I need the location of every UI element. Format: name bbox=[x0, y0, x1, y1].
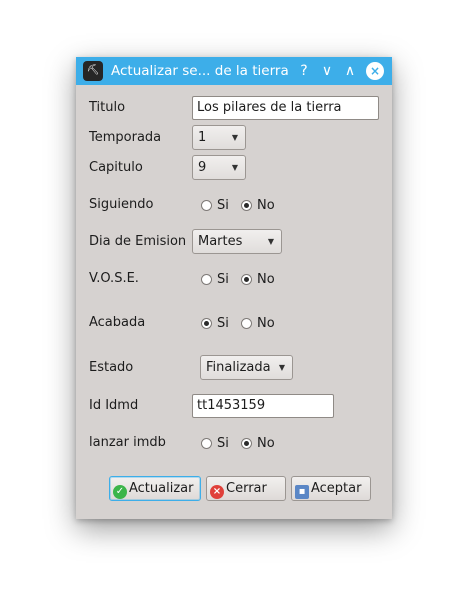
chevron-down-icon: ▼ bbox=[231, 133, 238, 142]
window-title: Actualizar se... de la tierra bbox=[111, 63, 289, 79]
siguiendo-si-label: Si bbox=[217, 198, 229, 213]
radio-unchecked-icon bbox=[201, 438, 212, 449]
x-circle-icon: × bbox=[210, 485, 224, 499]
lanzar-imdb-no-label: No bbox=[257, 436, 275, 451]
siguiendo-no-radio[interactable]: No bbox=[241, 198, 275, 214]
acabada-no-label: No bbox=[257, 316, 275, 331]
estado-value: Finalizada bbox=[206, 360, 271, 375]
capitulo-label: Capitulo bbox=[89, 160, 143, 175]
id-imdb-input[interactable]: tt1453159 bbox=[192, 394, 334, 418]
lanzar-imdb-no-radio[interactable]: No bbox=[241, 436, 275, 452]
radio-checked-icon bbox=[241, 438, 252, 449]
check-circle-icon: ✓ bbox=[113, 485, 127, 499]
vose-no-radio[interactable]: No bbox=[241, 272, 275, 288]
radio-unchecked-icon bbox=[241, 318, 252, 329]
temporada-select[interactable]: 1 ▼ bbox=[192, 125, 246, 150]
vose-label: V.O.S.E. bbox=[89, 271, 139, 286]
vose-no-label: No bbox=[257, 272, 275, 287]
cerrar-label: Cerrar bbox=[226, 481, 267, 496]
titulo-label: Titulo bbox=[89, 100, 126, 115]
close-button[interactable]: × bbox=[366, 62, 384, 80]
radio-checked-icon bbox=[201, 318, 212, 329]
id-imdb-label: Id Idmd bbox=[89, 398, 139, 413]
chevron-down-icon: ▼ bbox=[278, 363, 285, 372]
acabada-si-label: Si bbox=[217, 316, 229, 331]
dialog-window: ⛏ Actualizar se... de la tierra ? ∨ ∧ × … bbox=[76, 57, 392, 519]
acabada-si-radio[interactable]: Si bbox=[201, 316, 229, 332]
radio-checked-icon bbox=[241, 274, 252, 285]
estado-select[interactable]: Finalizada ▼ bbox=[200, 355, 293, 380]
actualizar-label: Actualizar bbox=[129, 481, 194, 496]
radio-unchecked-icon bbox=[201, 274, 212, 285]
lanzar-imdb-si-radio[interactable]: Si bbox=[201, 436, 229, 452]
dia-emision-select[interactable]: Martes ▼ bbox=[192, 229, 282, 254]
dia-emision-label: Dia de Emision bbox=[89, 234, 187, 249]
temporada-label: Temporada bbox=[89, 130, 162, 145]
title-bar[interactable]: ⛏ Actualizar se... de la tierra ? ∨ ∧ × bbox=[76, 57, 392, 85]
siguiendo-no-label: No bbox=[257, 198, 275, 213]
acabada-no-radio[interactable]: No bbox=[241, 316, 275, 332]
aceptar-button[interactable]: ▪ Aceptar bbox=[291, 476, 371, 501]
chevron-down-icon: ▼ bbox=[231, 163, 238, 172]
actualizar-button[interactable]: ✓ Actualizar bbox=[109, 476, 201, 501]
titulo-input[interactable]: Los pilares de la tierra bbox=[192, 96, 379, 120]
minimize-button[interactable]: ∨ bbox=[317, 61, 337, 81]
maximize-button[interactable]: ∧ bbox=[340, 61, 360, 81]
vose-si-label: Si bbox=[217, 272, 229, 287]
help-button[interactable]: ? bbox=[294, 61, 314, 81]
lanzar-imdb-label: lanzar imdb bbox=[89, 435, 166, 450]
estado-label: Estado bbox=[89, 360, 134, 375]
radio-unchecked-icon bbox=[201, 200, 212, 211]
app-icon: ⛏ bbox=[83, 61, 103, 81]
vose-si-radio[interactable]: Si bbox=[201, 272, 229, 288]
siguiendo-label: Siguiendo bbox=[89, 197, 154, 212]
capitulo-select[interactable]: 9 ▼ bbox=[192, 155, 246, 180]
temporada-value: 1 bbox=[198, 130, 207, 145]
radio-checked-icon bbox=[241, 200, 252, 211]
save-icon: ▪ bbox=[295, 485, 309, 499]
acabada-label: Acabada bbox=[89, 315, 146, 330]
cerrar-button[interactable]: × Cerrar bbox=[206, 476, 286, 501]
dia-emision-value: Martes bbox=[198, 234, 243, 249]
aceptar-label: Aceptar bbox=[311, 481, 362, 496]
lanzar-imdb-si-label: Si bbox=[217, 436, 229, 451]
capitulo-value: 9 bbox=[198, 160, 207, 175]
siguiendo-si-radio[interactable]: Si bbox=[201, 198, 229, 214]
chevron-down-icon: ▼ bbox=[267, 237, 274, 246]
